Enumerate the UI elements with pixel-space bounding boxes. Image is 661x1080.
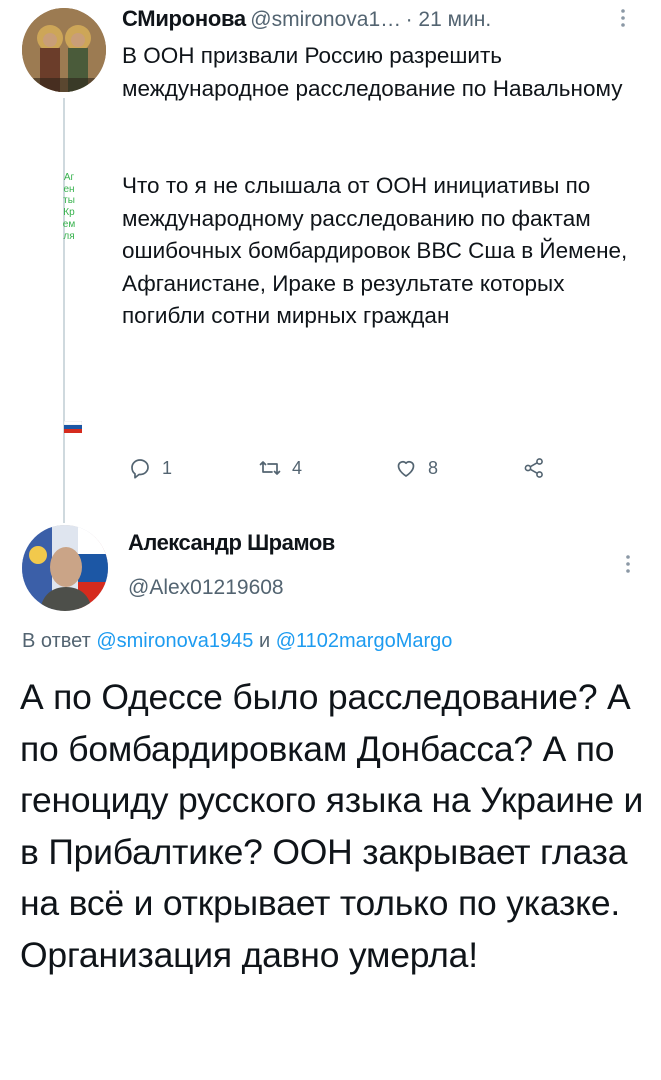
retweet-count: 4	[292, 457, 303, 478]
russia-flag-icon	[63, 420, 83, 433]
share-icon	[524, 458, 543, 478]
more-icon[interactable]	[618, 8, 628, 28]
author-name[interactable]: СМиронова	[122, 6, 246, 31]
tweet-header: СМиронова @smironova1… · 21 мин.	[122, 6, 642, 36]
author-handle[interactable]: @Alex01219608	[128, 576, 284, 600]
retweet-icon	[259, 461, 281, 475]
author-handle[interactable]: @smironova1…	[250, 8, 401, 31]
side-caption: АгентыКремля	[62, 172, 76, 242]
tweet-actions: 1 4 8	[122, 456, 562, 486]
more-icon[interactable]	[623, 554, 633, 574]
author-avatar[interactable]	[22, 525, 108, 611]
author-avatar[interactable]	[22, 8, 106, 92]
reply-button[interactable]: 1	[128, 456, 172, 480]
reply-count: 1	[162, 457, 173, 478]
tweet-text: А по Одессе было расследование? А по бом…	[20, 677, 644, 975]
reply-prefix: В ответ	[22, 630, 97, 652]
like-icon	[397, 460, 415, 477]
like-count: 8	[428, 457, 439, 478]
reply-icon	[131, 459, 149, 479]
reply-mention-link[interactable]: @1102margoMargo	[276, 630, 453, 652]
retweet-button[interactable]: 4	[258, 456, 302, 480]
reply-and: и	[253, 630, 276, 652]
reply-to-line: В ответ @smironova1945 и @1102margoMargo	[22, 630, 452, 653]
tweet-text: В ООН призвали Россию разрешить междунар…	[122, 40, 647, 333]
profile-photo-image	[22, 525, 108, 611]
reply-mention-link[interactable]: @smironova1945	[96, 630, 253, 652]
share-button[interactable]	[522, 456, 556, 480]
tweet-paragraph: В ООН призвали Россию разрешить междунар…	[122, 43, 623, 101]
tweet-time[interactable]: · 21 мин.	[406, 8, 492, 31]
icon-painting-image	[22, 8, 106, 92]
thread-line	[63, 98, 65, 523]
like-button[interactable]: 8	[394, 456, 438, 480]
tweet-paragraph: Что то я не слышала от ООН инициативы по…	[122, 173, 628, 328]
author-name[interactable]: Александр Шрамов	[128, 530, 335, 556]
